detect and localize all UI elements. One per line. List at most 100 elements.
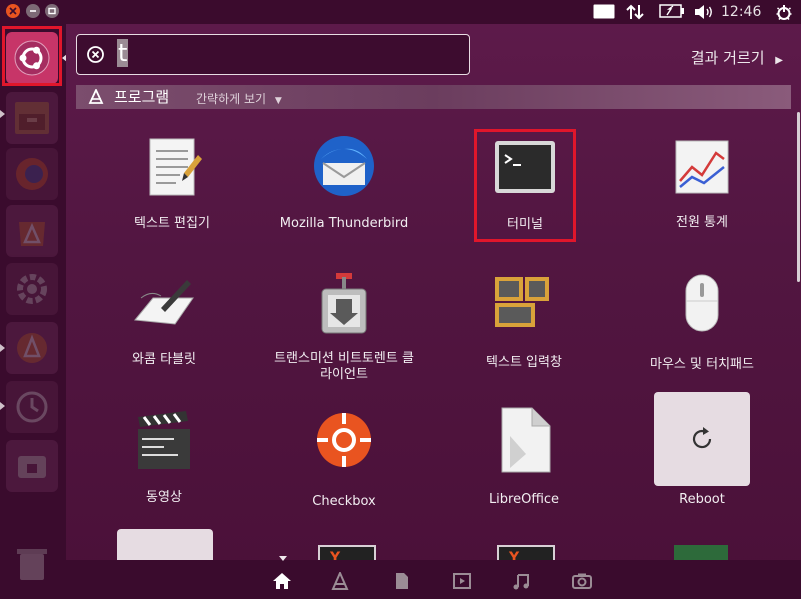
launcher-backup[interactable]: [6, 381, 58, 433]
lens-photos[interactable]: [571, 570, 593, 592]
search-input[interactable]: t: [117, 37, 129, 70]
launcher-firefox[interactable]: [6, 148, 58, 200]
active-lens-arrow: [279, 556, 287, 561]
backup-clock-icon: [16, 391, 48, 423]
app-mouse-touchpad[interactable]: 마우스 및 터치패드: [632, 267, 772, 373]
launcher-trash[interactable]: [6, 538, 58, 590]
wacom-tablet-icon: [128, 268, 200, 340]
lens-files[interactable]: [391, 570, 413, 592]
launcher-software-updater[interactable]: [6, 322, 58, 374]
app-label: 텍스트 편집기: [134, 216, 210, 231]
close-icon: [9, 7, 17, 15]
lens-home[interactable]: [271, 570, 293, 592]
firefox-icon: [16, 158, 48, 190]
window-close-button[interactable]: [6, 4, 20, 18]
app-label: Reboot: [679, 492, 725, 507]
reboot-tile: [654, 392, 750, 486]
app-text-entry[interactable]: 텍스트 입력창: [454, 267, 594, 371]
power-statistics-icon: [666, 131, 738, 203]
launcher-running-pip: [0, 110, 5, 118]
battery-icon: [659, 4, 684, 18]
app-power-statistics[interactable]: 전원 통계: [632, 131, 772, 231]
battery-indicator[interactable]: [659, 4, 685, 18]
reboot-icon: [692, 427, 712, 449]
video-icon: [453, 573, 471, 589]
app-label: Mozilla Thunderbird: [279, 216, 409, 231]
chevron-down-icon: ▼: [274, 96, 282, 106]
settings-gear-icon: [17, 274, 47, 304]
text-editor-icon: [136, 132, 208, 204]
app-label: 전원 통계: [676, 215, 728, 230]
top-panel: 12:46: [0, 0, 801, 24]
music-icon: [513, 574, 529, 590]
app-videos[interactable]: 동영상: [94, 404, 234, 506]
clock[interactable]: 12:46: [721, 4, 761, 20]
chevron-right-icon: ▶: [775, 55, 783, 66]
app-libreoffice[interactable]: LibreOffice: [454, 404, 594, 508]
launcher-running-pip: [0, 344, 5, 352]
applications-icon: [331, 572, 349, 590]
software-updater-icon: [17, 333, 47, 363]
filter-results-label: 결과 거르기: [690, 49, 765, 67]
search-query-text: t: [117, 39, 129, 67]
clear-search-icon[interactable]: [87, 46, 104, 63]
app-thunderbird[interactable]: Mozilla Thunderbird: [274, 130, 414, 232]
launcher-software-center[interactable]: [6, 205, 58, 257]
lens-bar: [66, 556, 801, 599]
launcher-running-pip: [0, 402, 5, 410]
file-cabinet-icon: [15, 102, 49, 134]
app-label: Checkbox: [312, 494, 376, 509]
text-entry-icon: [488, 267, 560, 339]
app-label: 와콤 타블릿: [132, 352, 196, 367]
file-icon: [396, 573, 408, 589]
launcher-files[interactable]: [6, 92, 58, 144]
applications-category-icon: [88, 89, 104, 104]
keyboard-icon: [593, 4, 615, 19]
maximize-icon: [48, 7, 56, 15]
lens-applications[interactable]: [329, 570, 351, 592]
lens-video[interactable]: [451, 570, 473, 592]
category-view-label: 간략하게 보기: [196, 92, 267, 106]
software-center-icon: [19, 222, 45, 246]
app-text-editor[interactable]: 텍스트 편집기: [102, 132, 242, 232]
launcher-system-settings[interactable]: [6, 263, 58, 315]
camera-lock-icon: [18, 456, 46, 478]
home-icon: [273, 573, 291, 589]
app-label: 동영상: [146, 490, 182, 505]
keyboard-indicator[interactable]: [593, 4, 615, 19]
volume-indicator[interactable]: [694, 4, 714, 20]
selection-highlight: [474, 129, 576, 242]
category-title: 프로그램: [114, 88, 170, 106]
app-wacom-tablet[interactable]: 와콤 타블릿: [94, 268, 234, 368]
app-label: 텍스트 입력창: [486, 355, 562, 370]
app-label: 마우스 및 터치패드: [650, 357, 754, 372]
mouse-icon: [666, 267, 738, 339]
search-box[interactable]: t: [76, 34, 470, 75]
launcher-selection-highlight: [2, 26, 62, 86]
videos-icon: [128, 404, 200, 476]
launcher-screenshot[interactable]: [6, 440, 58, 492]
category-header: 프로그램 간략하게 보기 ▼: [76, 85, 791, 109]
trash-icon: [17, 549, 47, 580]
volume-icon: [695, 5, 712, 19]
results-scrollbar[interactable]: [797, 112, 800, 282]
network-arrows-icon: [626, 4, 644, 20]
camera-icon: [572, 573, 592, 589]
lens-music[interactable]: [510, 570, 532, 592]
category-view-toggle[interactable]: 간략하게 보기 ▼: [196, 90, 282, 107]
app-label: 트랜스미션 비트토렌트 클라이언트: [274, 351, 414, 381]
checkbox-icon: [308, 404, 380, 476]
transmission-icon: [308, 267, 380, 339]
session-menu[interactable]: [775, 4, 793, 22]
window-maximize-button[interactable]: [45, 4, 59, 18]
thunderbird-icon: [308, 130, 380, 202]
app-label: LibreOffice: [488, 492, 560, 507]
filter-results-button[interactable]: 결과 거르기 ▶: [691, 47, 783, 68]
app-checkbox[interactable]: Checkbox: [274, 404, 414, 510]
libreoffice-icon: [488, 404, 560, 476]
minimize-icon: [30, 10, 36, 12]
window-minimize-button[interactable]: [26, 4, 40, 18]
network-indicator[interactable]: [626, 4, 644, 20]
app-transmission[interactable]: 트랜스미션 비트토렌트 클라이언트: [274, 267, 414, 381]
gear-power-icon: [776, 5, 792, 20]
